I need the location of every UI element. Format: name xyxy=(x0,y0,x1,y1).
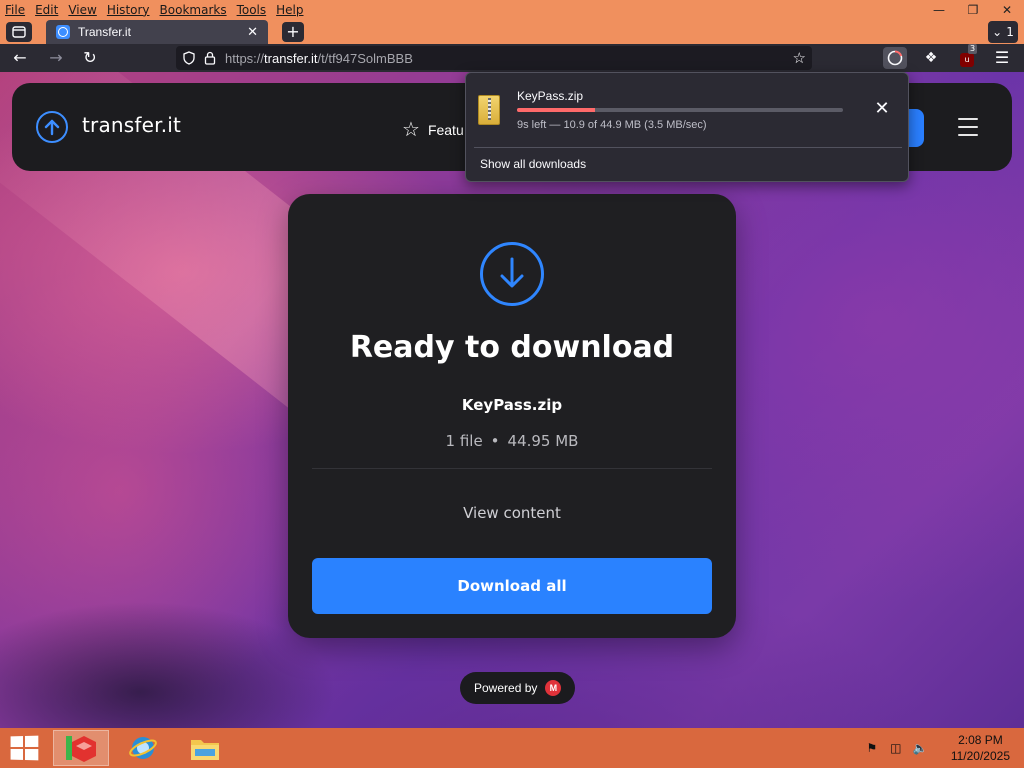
arrow-down-icon xyxy=(500,257,524,288)
lock-icon[interactable] xyxy=(204,51,216,65)
view-content-link[interactable]: View content xyxy=(288,504,736,522)
taskbar-clock[interactable]: 2:08 PM 11/20/2025 xyxy=(951,732,1010,764)
browser-app-icon xyxy=(66,736,96,762)
cancel-download-icon[interactable]: ✕ xyxy=(871,98,893,120)
taskbar-ie-app[interactable] xyxy=(115,730,171,766)
site-logo-text[interactable]: transfer.it xyxy=(82,113,181,137)
transfer-logo-icon[interactable] xyxy=(36,111,68,143)
tab-close-icon[interactable]: ✕ xyxy=(247,24,258,40)
tab-count: 1 xyxy=(1006,25,1014,39)
firefox-view-icon xyxy=(12,26,26,38)
hamburger-menu-icon[interactable]: ☰ xyxy=(990,47,1014,69)
back-button[interactable]: ← xyxy=(8,48,32,68)
windows-start-icon[interactable] xyxy=(10,735,39,761)
nav-features[interactable]: ☆ Featu xyxy=(402,117,464,142)
navigation-toolbar: ← → ↻ https://transfer.it/t/tf947SolmBBB… xyxy=(0,44,1024,72)
arrow-up-icon xyxy=(44,119,60,136)
file-explorer-icon xyxy=(191,740,219,760)
star-icon: ☆ xyxy=(402,119,420,141)
menu-history[interactable]: History xyxy=(102,0,155,20)
download-circle-icon xyxy=(480,242,544,306)
taskbar: ⚑ ◫ 🔈 2:08 PM 11/20/2025 xyxy=(0,728,1024,768)
shield-icon[interactable] xyxy=(182,51,196,65)
transfer-favicon-icon xyxy=(56,25,70,39)
downloads-panel: KeyPass.zip 9s left — 10.9 of 44.9 MB (3… xyxy=(465,72,909,182)
file-name: KeyPass.zip xyxy=(461,396,563,414)
menu-tools[interactable]: Tools xyxy=(232,0,272,20)
window-controls: — ❐ ✕ xyxy=(922,0,1024,20)
menu-help[interactable]: Help xyxy=(271,0,308,20)
downloads-button[interactable] xyxy=(883,47,907,69)
download-card: Ready to download KeyPass.zip 1 file • 44.… xyxy=(288,194,736,638)
download-status: 9s left — 10.9 of 44.9 MB (3.5 MB/sec) xyxy=(517,119,707,131)
ublock-shield-icon: u xyxy=(960,53,974,67)
reload-button[interactable]: ↻ xyxy=(78,48,102,68)
tab-strip: Transfer.it ✕ + ⌄ 1 xyxy=(0,20,1024,44)
volume-muted-icon[interactable]: 🔈 xyxy=(913,741,928,755)
chevron-down-icon: ⌄ xyxy=(992,25,1003,39)
forward-button[interactable]: → xyxy=(44,48,68,68)
ublock-origin-button[interactable]: u 3 xyxy=(955,44,979,69)
menu-file[interactable]: File xyxy=(0,0,30,20)
file-meta: 1 file • 44.95 MB xyxy=(288,432,736,450)
taskbar-firefox-app[interactable] xyxy=(53,730,109,766)
panel-divider xyxy=(474,147,902,148)
clock-time: 2:08 PM xyxy=(958,733,1003,747)
network-icon[interactable]: ◫ xyxy=(889,741,903,755)
url-prefix: https:// xyxy=(225,50,265,66)
file-size: 44.95 MB xyxy=(507,432,579,450)
download-all-button[interactable]: Download all xyxy=(312,558,712,614)
bookmark-star-icon[interactable]: ☆ xyxy=(793,49,806,67)
tab-transfer-it[interactable]: Transfer.it ✕ xyxy=(46,20,268,44)
site-menu-icon[interactable] xyxy=(958,118,978,136)
download-progress-fill xyxy=(517,108,596,112)
address-bar[interactable]: https://transfer.it/t/tf947SolmBBB ☆ xyxy=(176,46,812,70)
extension-badge: 3 xyxy=(968,44,978,54)
show-all-downloads-link[interactable]: Show all downloads xyxy=(480,157,586,171)
separator-dot-icon: • xyxy=(490,432,500,450)
menu-bookmarks[interactable]: Bookmarks xyxy=(155,0,232,20)
download-progress-icon xyxy=(887,50,903,66)
powered-by-label: Powered by xyxy=(474,681,538,695)
download-file-name[interactable]: KeyPass.zip xyxy=(517,89,583,103)
menu-view[interactable]: View xyxy=(63,0,101,20)
download-progress-bar xyxy=(517,108,843,112)
card-title: Ready to download xyxy=(349,330,675,365)
tab-title: Transfer.it xyxy=(78,25,131,39)
close-window-icon[interactable]: ✕ xyxy=(990,0,1024,20)
menu-bar: File Edit View History Bookmarks Tools H… xyxy=(0,0,309,20)
firefox-view-button[interactable] xyxy=(6,22,32,42)
system-tray: ⚑ ◫ 🔈 2:08 PM 11/20/2025 xyxy=(865,728,1010,768)
nav-features-label: Featu xyxy=(427,121,464,138)
card-divider xyxy=(312,468,712,469)
action-center-flag-icon[interactable]: ⚑ xyxy=(865,741,879,755)
menu-edit[interactable]: Edit xyxy=(30,0,63,20)
minimize-icon[interactable]: — xyxy=(922,0,956,20)
restore-icon[interactable]: ❐ xyxy=(956,0,990,20)
file-count: 1 file xyxy=(445,432,483,450)
powered-by-badge[interactable]: Powered by M xyxy=(460,672,576,704)
taskbar-explorer-app[interactable] xyxy=(177,730,233,766)
extensions-puzzle-icon[interactable]: ❖ xyxy=(919,47,943,69)
url-host: transfer.it xyxy=(264,50,318,66)
tab-list-button[interactable]: ⌄ 1 xyxy=(988,21,1018,43)
new-tab-button[interactable]: + xyxy=(282,22,304,42)
internet-explorer-icon xyxy=(129,737,157,759)
url-path: /t/tf947SolmBBB xyxy=(317,50,413,66)
window-titlebar: File Edit View History Bookmarks Tools H… xyxy=(0,0,1024,20)
zip-file-icon xyxy=(478,95,500,125)
mega-logo-icon: M xyxy=(545,680,562,696)
clock-date: 11/20/2025 xyxy=(950,749,1010,763)
